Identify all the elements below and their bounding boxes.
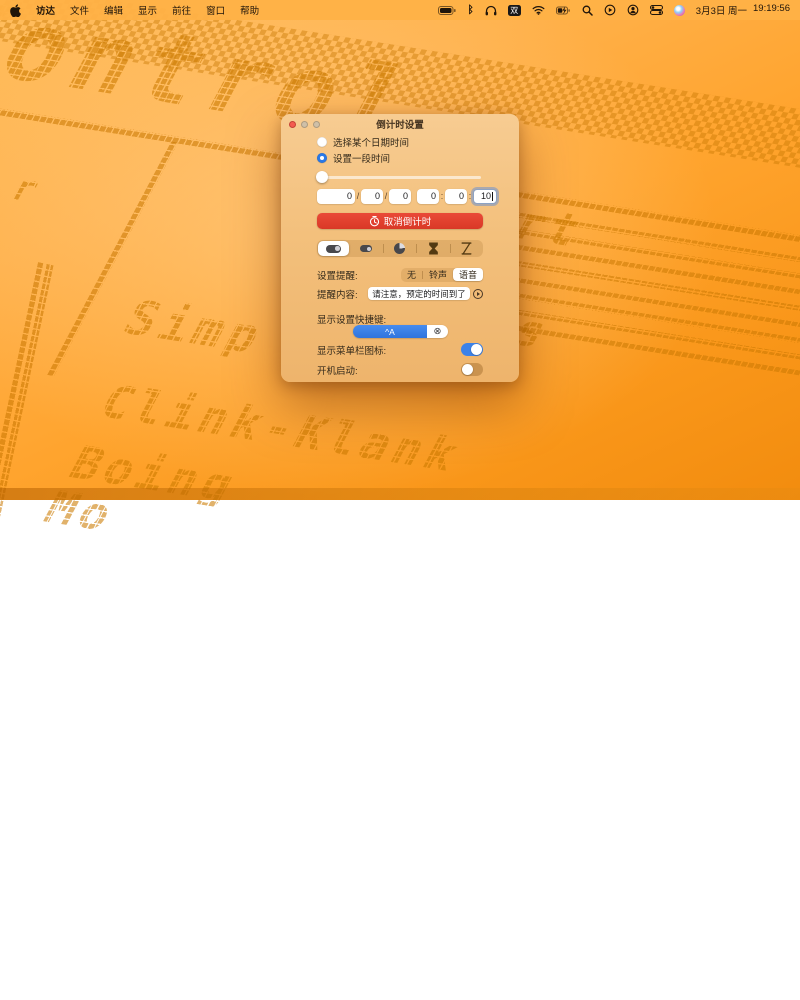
field-separator: : (468, 191, 472, 201)
segment-hourglass-outline[interactable] (451, 240, 484, 257)
menu-item-go[interactable]: 前往 (172, 3, 191, 17)
reminder-content-label: 提醒内容: (317, 287, 358, 301)
field-separator: : (440, 191, 444, 201)
launch-at-login-toggle[interactable] (461, 363, 483, 376)
icon-style-segmented-control (317, 240, 483, 257)
wifi-icon[interactable] (532, 5, 545, 15)
play-preview-button[interactable] (473, 289, 483, 299)
segment-pill-wide[interactable] (318, 241, 349, 256)
menu-bar: 访达 文件 编辑 显示 前往 窗口 帮助 ᛒ 双 (0, 0, 800, 20)
launch-at-login-toggle-row: 开机启动: (317, 363, 483, 376)
countdown-settings-window: 倒计时设置 选择某个日期时间 设置一段时间 0 / 0 / 0 0 : 0 : … (281, 114, 519, 382)
radio-date-mode-label: 选择某个日期时间 (333, 135, 409, 149)
window-title: 倒计时设置 (376, 117, 424, 131)
pie-icon (394, 243, 405, 254)
reminder-segmented-control: 无 铃声 语音 (401, 268, 483, 282)
pill-wide-icon (326, 245, 341, 253)
minimize-button[interactable] (301, 121, 308, 128)
countdown-clock-icon (369, 216, 380, 227)
radio-row-date-mode[interactable]: 选择某个日期时间 (317, 136, 483, 148)
zoom-button[interactable] (313, 121, 320, 128)
duration-field-hours[interactable]: 0 (417, 189, 439, 204)
pill-small-icon (360, 245, 372, 252)
menu-item-edit[interactable]: 编辑 (104, 3, 123, 17)
spotlight-icon[interactable] (582, 5, 593, 16)
apple-menu-icon[interactable] (10, 4, 21, 17)
cancel-countdown-label: 取消倒计时 (384, 214, 432, 228)
wallpaper-word: Simp (116, 295, 274, 361)
reminder-option-voice[interactable]: 语音 (453, 268, 483, 281)
input-method-icon[interactable]: 双 (508, 5, 521, 16)
launch-at-login-label: 开机启动: (317, 363, 358, 377)
slider-track[interactable] (318, 176, 481, 179)
shortcut-value[interactable]: ^A (353, 325, 427, 338)
menubar-icon-toggle-row: 显示菜单栏图标: (317, 343, 483, 356)
menubar-icon-toggle-label: 显示菜单栏图标: (317, 343, 386, 357)
reminder-content-row: 提醒内容: 请注意，预定的时间到了 (317, 287, 483, 300)
segment-pill-small[interactable] (350, 240, 383, 257)
shortcut-recorder[interactable]: ^A ⊗ (353, 325, 448, 338)
duration-field-months[interactable]: 0 (361, 189, 383, 204)
menu-item-file[interactable]: 文件 (70, 3, 89, 17)
field-separator: / (356, 191, 360, 201)
segment-pie[interactable] (384, 240, 417, 257)
user-switch-icon[interactable] (627, 4, 639, 16)
reminder-label: 设置提醒: (317, 268, 358, 282)
duration-field-days[interactable]: 0 (389, 189, 411, 204)
segment-hourglass[interactable] (417, 240, 450, 257)
reminder-option-none[interactable]: 无 (401, 268, 422, 282)
field-separator: / (384, 191, 388, 201)
siri-icon[interactable] (674, 5, 685, 16)
now-playing-icon[interactable] (604, 4, 616, 16)
toggle-knob (471, 344, 482, 355)
menu-bar-time: 19:19:56 (753, 3, 790, 17)
battery-icon[interactable] (438, 6, 456, 15)
toggle-knob (462, 364, 473, 375)
menubar-icon-toggle[interactable] (461, 343, 483, 356)
reminder-row: 设置提醒: 无 铃声 语音 (317, 268, 483, 281)
slider-knob[interactable] (316, 171, 328, 183)
wallpaper-word: r (4, 169, 50, 209)
shortcut-clear-button[interactable]: ⊗ (427, 325, 448, 338)
control-center-icon[interactable] (650, 5, 663, 15)
menu-bar-date: 3月3日 周一 (696, 3, 747, 17)
reminder-option-ring[interactable]: 铃声 (423, 268, 453, 282)
reminder-content-input[interactable]: 请注意，预定的时间到了 (368, 287, 470, 300)
shortcut-label: 显示设置快捷键: (317, 312, 483, 323)
duration-slider[interactable] (317, 171, 481, 183)
menu-item-view[interactable]: 显示 (138, 3, 157, 17)
headphones-icon[interactable] (485, 5, 497, 16)
duration-fields-row: 0 / 0 / 0 0 : 0 : 10 (317, 188, 499, 204)
bluetooth-icon[interactable]: ᛒ (467, 4, 473, 16)
duration-field-seconds[interactable]: 10 (473, 189, 497, 204)
radio-duration-mode[interactable] (317, 153, 327, 163)
duration-field-years[interactable]: 0 (317, 189, 355, 204)
hourglass-icon (428, 242, 439, 255)
battery-charge-icon[interactable] (556, 6, 571, 15)
menu-item-window[interactable]: 窗口 (206, 3, 225, 17)
radio-duration-mode-label: 设置一段时间 (333, 151, 390, 165)
wallpaper-floor-band (0, 488, 800, 500)
menu-app-name[interactable]: 访达 (36, 3, 55, 17)
window-titlebar[interactable]: 倒计时设置 (281, 114, 519, 134)
hourglass-outline-icon (461, 242, 472, 255)
menu-item-help[interactable]: 帮助 (240, 3, 259, 17)
close-button[interactable] (289, 121, 296, 128)
text-caret (492, 192, 493, 201)
cancel-countdown-button[interactable]: 取消倒计时 (317, 213, 483, 229)
radio-date-mode[interactable] (317, 137, 327, 147)
radio-row-duration-mode[interactable]: 设置一段时间 (317, 152, 483, 164)
duration-field-minutes[interactable]: 0 (445, 189, 467, 204)
menu-bar-clock[interactable]: 3月3日 周一 19:19:56 (696, 3, 790, 17)
